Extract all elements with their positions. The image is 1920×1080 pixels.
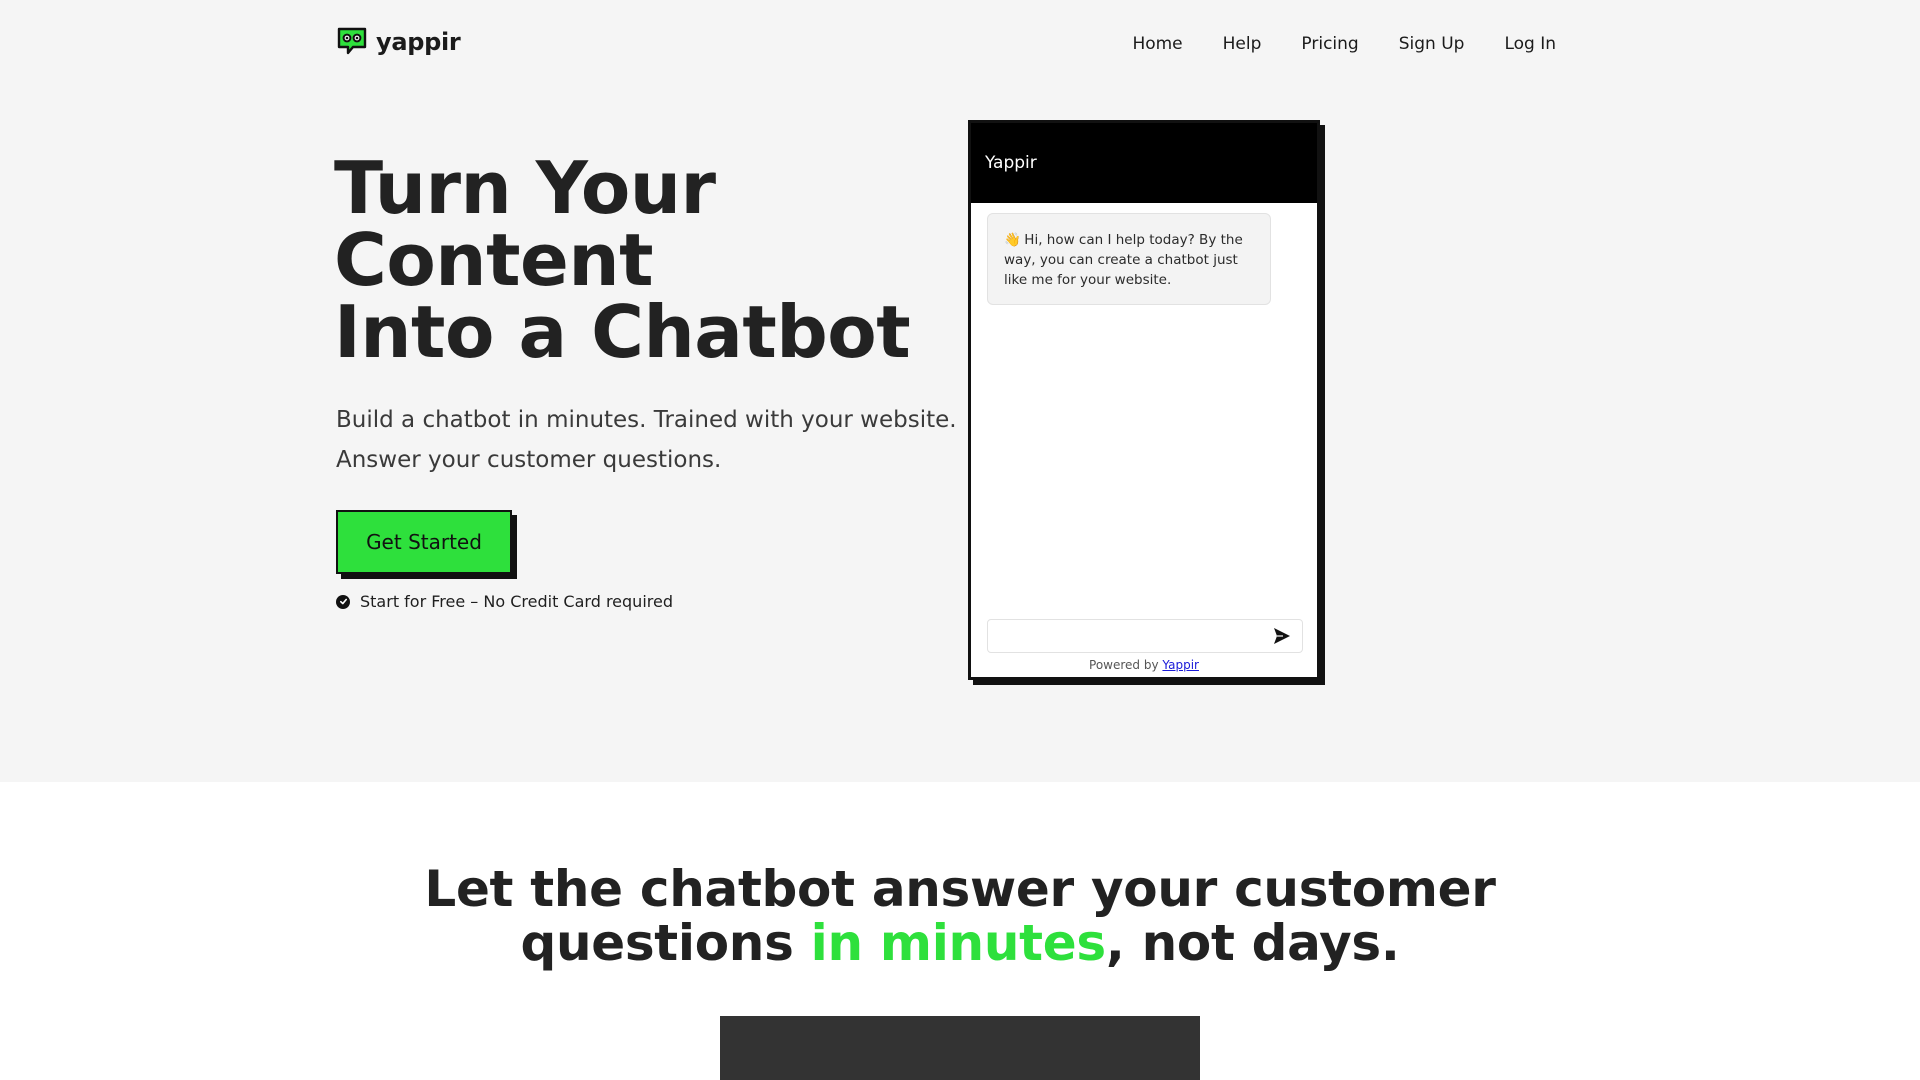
hero-title: Turn Your Content Into a Chatbot <box>334 152 954 368</box>
powered-by: Powered by Yappir <box>971 658 1317 672</box>
free-note-text: Start for Free – No Credit Card required <box>360 592 673 611</box>
send-button[interactable] <box>1262 620 1302 652</box>
demo-video[interactable] <box>720 1016 1200 1080</box>
nav-sign-up[interactable]: Sign Up <box>1399 32 1465 56</box>
chat-widget-title: Yappir <box>985 153 1037 173</box>
hero-subtitle: Build a chatbot in minutes. Trained with… <box>336 400 976 480</box>
check-circle-icon <box>336 594 350 609</box>
send-arrow-icon <box>1274 628 1290 644</box>
logo-link[interactable]: yappir <box>336 26 461 58</box>
chat-input[interactable] <box>988 620 1262 652</box>
nav-log-in[interactable]: Log In <box>1504 32 1556 56</box>
bot-message-text: Hi, how can I help today? By the way, yo… <box>1004 232 1243 288</box>
section-title-line-2: questions in minutes, not days. <box>0 916 1920 970</box>
brand-name: yappir <box>376 28 461 56</box>
get-started-button[interactable]: Get Started <box>336 510 512 574</box>
nav-home[interactable]: Home <box>1132 32 1182 56</box>
hero-title-line: Content <box>334 218 654 302</box>
hero-subtitle-line: Answer your customer questions. <box>336 447 722 473</box>
powered-by-link[interactable]: Yappir <box>1162 658 1199 672</box>
section-title-text: questions <box>520 914 811 972</box>
nav-pricing[interactable]: Pricing <box>1301 32 1358 56</box>
chat-widget-header: Yappir <box>971 123 1317 203</box>
section-title-line-1: Let the chatbot answer your customer <box>424 860 1496 918</box>
section-title: Let the chatbot answer your customer que… <box>0 862 1920 970</box>
hero-title-line: Into a Chatbot <box>334 290 911 374</box>
chat-input-box <box>987 619 1303 653</box>
section-title-accent: in minutes <box>810 914 1106 972</box>
chat-bubble-eyes-icon <box>337 27 367 55</box>
waving-hand-icon: 👋 <box>1004 232 1021 248</box>
hero-subtitle-line: Build a chatbot in minutes. Trained with… <box>336 407 957 433</box>
section-title-text: , not days. <box>1105 914 1400 972</box>
chat-widget: Yappir 👋 Hi, how can I help today? By th… <box>968 120 1320 680</box>
powered-by-text: Powered by <box>1089 658 1159 672</box>
nav-help[interactable]: Help <box>1223 32 1262 56</box>
hero-title-line: Turn Your <box>334 146 716 230</box>
top-nav: Home Help Pricing Sign Up Log In <box>1132 32 1556 56</box>
free-note: Start for Free – No Credit Card required <box>336 592 673 611</box>
bot-message: 👋 Hi, how can I help today? By the way, … <box>987 213 1271 305</box>
hero-section: yappir Home Help Pricing Sign Up Log In … <box>0 0 1920 782</box>
